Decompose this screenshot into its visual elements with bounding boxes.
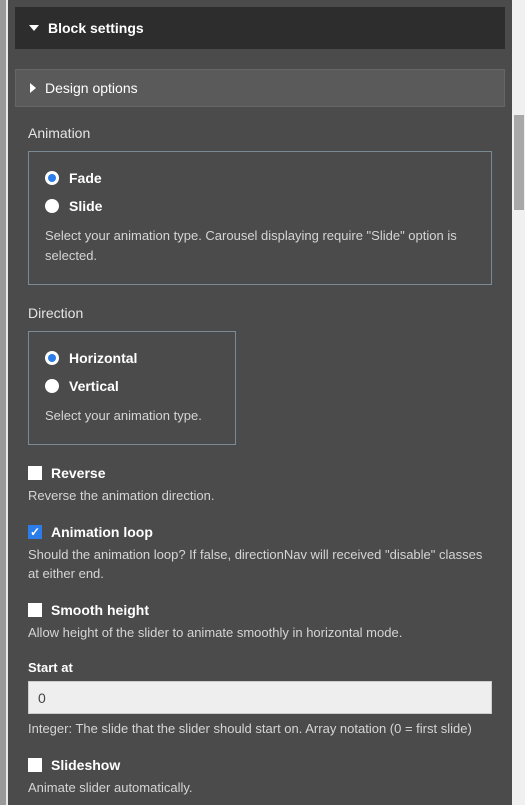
reverse-label: Reverse [51, 465, 106, 481]
startat-label: Start at [28, 660, 492, 675]
radio-slide[interactable]: Slide [45, 198, 475, 214]
loop-checkbox-row[interactable]: ✓ Animation loop [28, 524, 492, 540]
scrollbar-thumb[interactable] [514, 115, 524, 210]
slideshow-checkbox-row[interactable]: Slideshow [28, 757, 492, 773]
loop-block: ✓ Animation loop Should the animation lo… [28, 524, 492, 584]
smooth-descr: Allow height of the slider to animate sm… [28, 623, 492, 643]
radio-icon [45, 379, 59, 393]
scrollbar-track[interactable] [512, 0, 525, 805]
radio-fade-label: Fade [69, 170, 102, 186]
checkbox-icon [28, 603, 42, 617]
loop-label: Animation loop [51, 524, 153, 540]
radio-slide-label: Slide [69, 198, 102, 214]
block-settings-header[interactable]: Block settings [15, 7, 505, 49]
radio-icon [45, 351, 59, 365]
animation-label: Animation [28, 125, 492, 141]
content-area: Animation Fade Slide Select your animati… [8, 107, 512, 797]
direction-help: Select your animation type. [45, 406, 219, 426]
direction-label: Direction [28, 305, 492, 321]
radio-vertical[interactable]: Vertical [45, 378, 219, 394]
block-settings-title: Block settings [48, 20, 144, 36]
radio-horizontal[interactable]: Horizontal [45, 350, 219, 366]
startat-descr: Integer: The slide that the slider shoul… [28, 719, 492, 739]
design-options-title: Design options [45, 80, 138, 96]
startat-block: Start at Integer: The slide that the sli… [28, 660, 492, 739]
reverse-descr: Reverse the animation direction. [28, 486, 492, 506]
design-options-header[interactable]: Design options [15, 69, 505, 107]
animation-group: Fade Slide Select your animation type. C… [28, 151, 492, 285]
direction-group: Horizontal Vertical Select your animatio… [28, 331, 236, 445]
slideshow-label: Slideshow [51, 757, 120, 773]
slideshow-descr: Animate slider automatically. [28, 778, 492, 798]
checkbox-icon [28, 758, 42, 772]
radio-horizontal-label: Horizontal [69, 350, 137, 366]
reverse-checkbox-row[interactable]: Reverse [28, 465, 492, 481]
settings-panel: Block settings Design options Animation … [8, 0, 512, 805]
radio-icon [45, 171, 59, 185]
slideshow-block: Slideshow Animate slider automatically. [28, 757, 492, 798]
smooth-label: Smooth height [51, 602, 149, 618]
reverse-block: Reverse Reverse the animation direction. [28, 465, 492, 506]
chevron-right-icon [30, 83, 36, 93]
left-strip [0, 0, 6, 805]
smooth-block: Smooth height Allow height of the slider… [28, 602, 492, 643]
radio-icon [45, 199, 59, 213]
loop-descr: Should the animation loop? If false, dir… [28, 545, 492, 584]
smooth-checkbox-row[interactable]: Smooth height [28, 602, 492, 618]
chevron-down-icon [29, 25, 39, 31]
radio-vertical-label: Vertical [69, 378, 119, 394]
radio-fade[interactable]: Fade [45, 170, 475, 186]
checkbox-icon [28, 466, 42, 480]
startat-input[interactable] [28, 681, 492, 714]
animation-help: Select your animation type. Carousel dis… [45, 226, 475, 266]
checkbox-checked-icon: ✓ [28, 525, 42, 539]
